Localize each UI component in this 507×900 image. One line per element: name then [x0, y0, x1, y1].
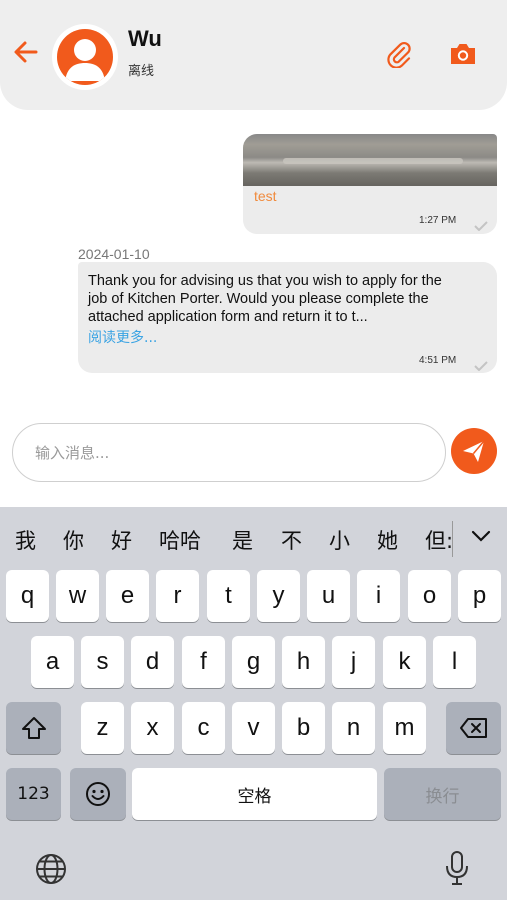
contact-status: 离线 — [128, 64, 155, 79]
key[interactable]: r — [156, 570, 199, 622]
key[interactable]: n — [332, 702, 375, 754]
send-icon — [463, 440, 485, 462]
message-line: Thank you for advising us that you wish … — [88, 273, 442, 289]
key[interactable]: m — [383, 702, 426, 754]
message-time: 4:51 PM — [419, 355, 457, 366]
emoji-icon — [86, 782, 110, 806]
read-more-link[interactable]: 阅读更多... — [88, 327, 157, 347]
return-key[interactable]: 换行 — [384, 768, 501, 820]
key[interactable]: y — [257, 570, 300, 622]
key[interactable]: a — [31, 636, 74, 688]
back-arrow-icon[interactable] — [10, 36, 42, 68]
message-input-container[interactable] — [12, 423, 446, 482]
message-line: job of Kitchen Porter. Would you please … — [88, 291, 429, 307]
candidate-word[interactable]: 好 — [111, 525, 132, 555]
microphone-icon[interactable] — [444, 850, 470, 886]
shift-key[interactable] — [6, 702, 61, 754]
camera-icon[interactable] — [448, 40, 478, 68]
key[interactable]: t — [207, 570, 250, 622]
key[interactable]: l — [433, 636, 476, 688]
paperclip-icon[interactable] — [383, 38, 413, 69]
read-check-icon — [474, 218, 488, 232]
incoming-message-bubble[interactable]: Thank you for advising us that you wish … — [78, 262, 497, 373]
space-key[interactable]: 空格 — [132, 768, 377, 820]
key[interactable]: u — [307, 570, 350, 622]
globe-icon[interactable] — [34, 852, 68, 886]
message-time: 1:27 PM — [419, 215, 457, 226]
candidate-word[interactable]: 哈哈 — [159, 525, 201, 555]
message-input[interactable] — [35, 436, 425, 470]
key[interactable]: h — [282, 636, 325, 688]
key[interactable]: d — [131, 636, 174, 688]
key[interactable]: i — [357, 570, 400, 622]
message-caption: test — [254, 188, 277, 204]
keyboard: 我 你 好 哈哈 是 不 小 她 但: q w e r t y u i o p … — [0, 507, 507, 900]
chevron-down-icon[interactable] — [470, 528, 492, 544]
message-text: Thank you for advising us that you wish … — [88, 272, 490, 326]
candidate-word[interactable]: 我 — [15, 525, 36, 555]
message-image[interactable] — [243, 134, 497, 186]
key[interactable]: j — [332, 636, 375, 688]
avatar-person-icon — [57, 29, 113, 85]
emoji-key[interactable] — [70, 768, 126, 820]
numbers-key[interactable]: 123 — [6, 768, 61, 820]
candidate-word[interactable]: 你 — [63, 525, 84, 555]
read-check-icon — [474, 358, 488, 372]
avatar[interactable] — [52, 24, 118, 90]
key[interactable]: q — [6, 570, 49, 622]
key[interactable]: g — [232, 636, 275, 688]
key[interactable]: k — [383, 636, 426, 688]
key[interactable]: c — [182, 702, 225, 754]
key[interactable]: z — [81, 702, 124, 754]
outgoing-message-bubble[interactable]: test 1:27 PM — [243, 134, 497, 234]
candidate-divider — [452, 521, 453, 557]
backspace-icon — [459, 718, 487, 738]
chat-header: Wu 离线 — [0, 0, 507, 110]
key[interactable]: v — [232, 702, 275, 754]
send-button[interactable] — [451, 428, 497, 474]
shift-icon — [21, 717, 46, 739]
backspace-key[interactable] — [446, 702, 501, 754]
contact-name: Wu — [128, 26, 162, 51]
key[interactable]: s — [81, 636, 124, 688]
key[interactable]: o — [408, 570, 451, 622]
candidate-word[interactable]: 但: — [425, 525, 453, 555]
key[interactable]: b — [282, 702, 325, 754]
key[interactable]: p — [458, 570, 501, 622]
key[interactable]: w — [56, 570, 99, 622]
key[interactable]: x — [131, 702, 174, 754]
candidate-word[interactable]: 不 — [281, 525, 302, 555]
message-line: attached application form and return it … — [88, 309, 368, 325]
candidate-word[interactable]: 她 — [377, 525, 398, 555]
key[interactable]: f — [182, 636, 225, 688]
message-date: 2024-01-10 — [78, 246, 150, 262]
candidate-word[interactable]: 小 — [329, 525, 350, 555]
candidate-word[interactable]: 是 — [232, 525, 253, 555]
key[interactable]: e — [106, 570, 149, 622]
